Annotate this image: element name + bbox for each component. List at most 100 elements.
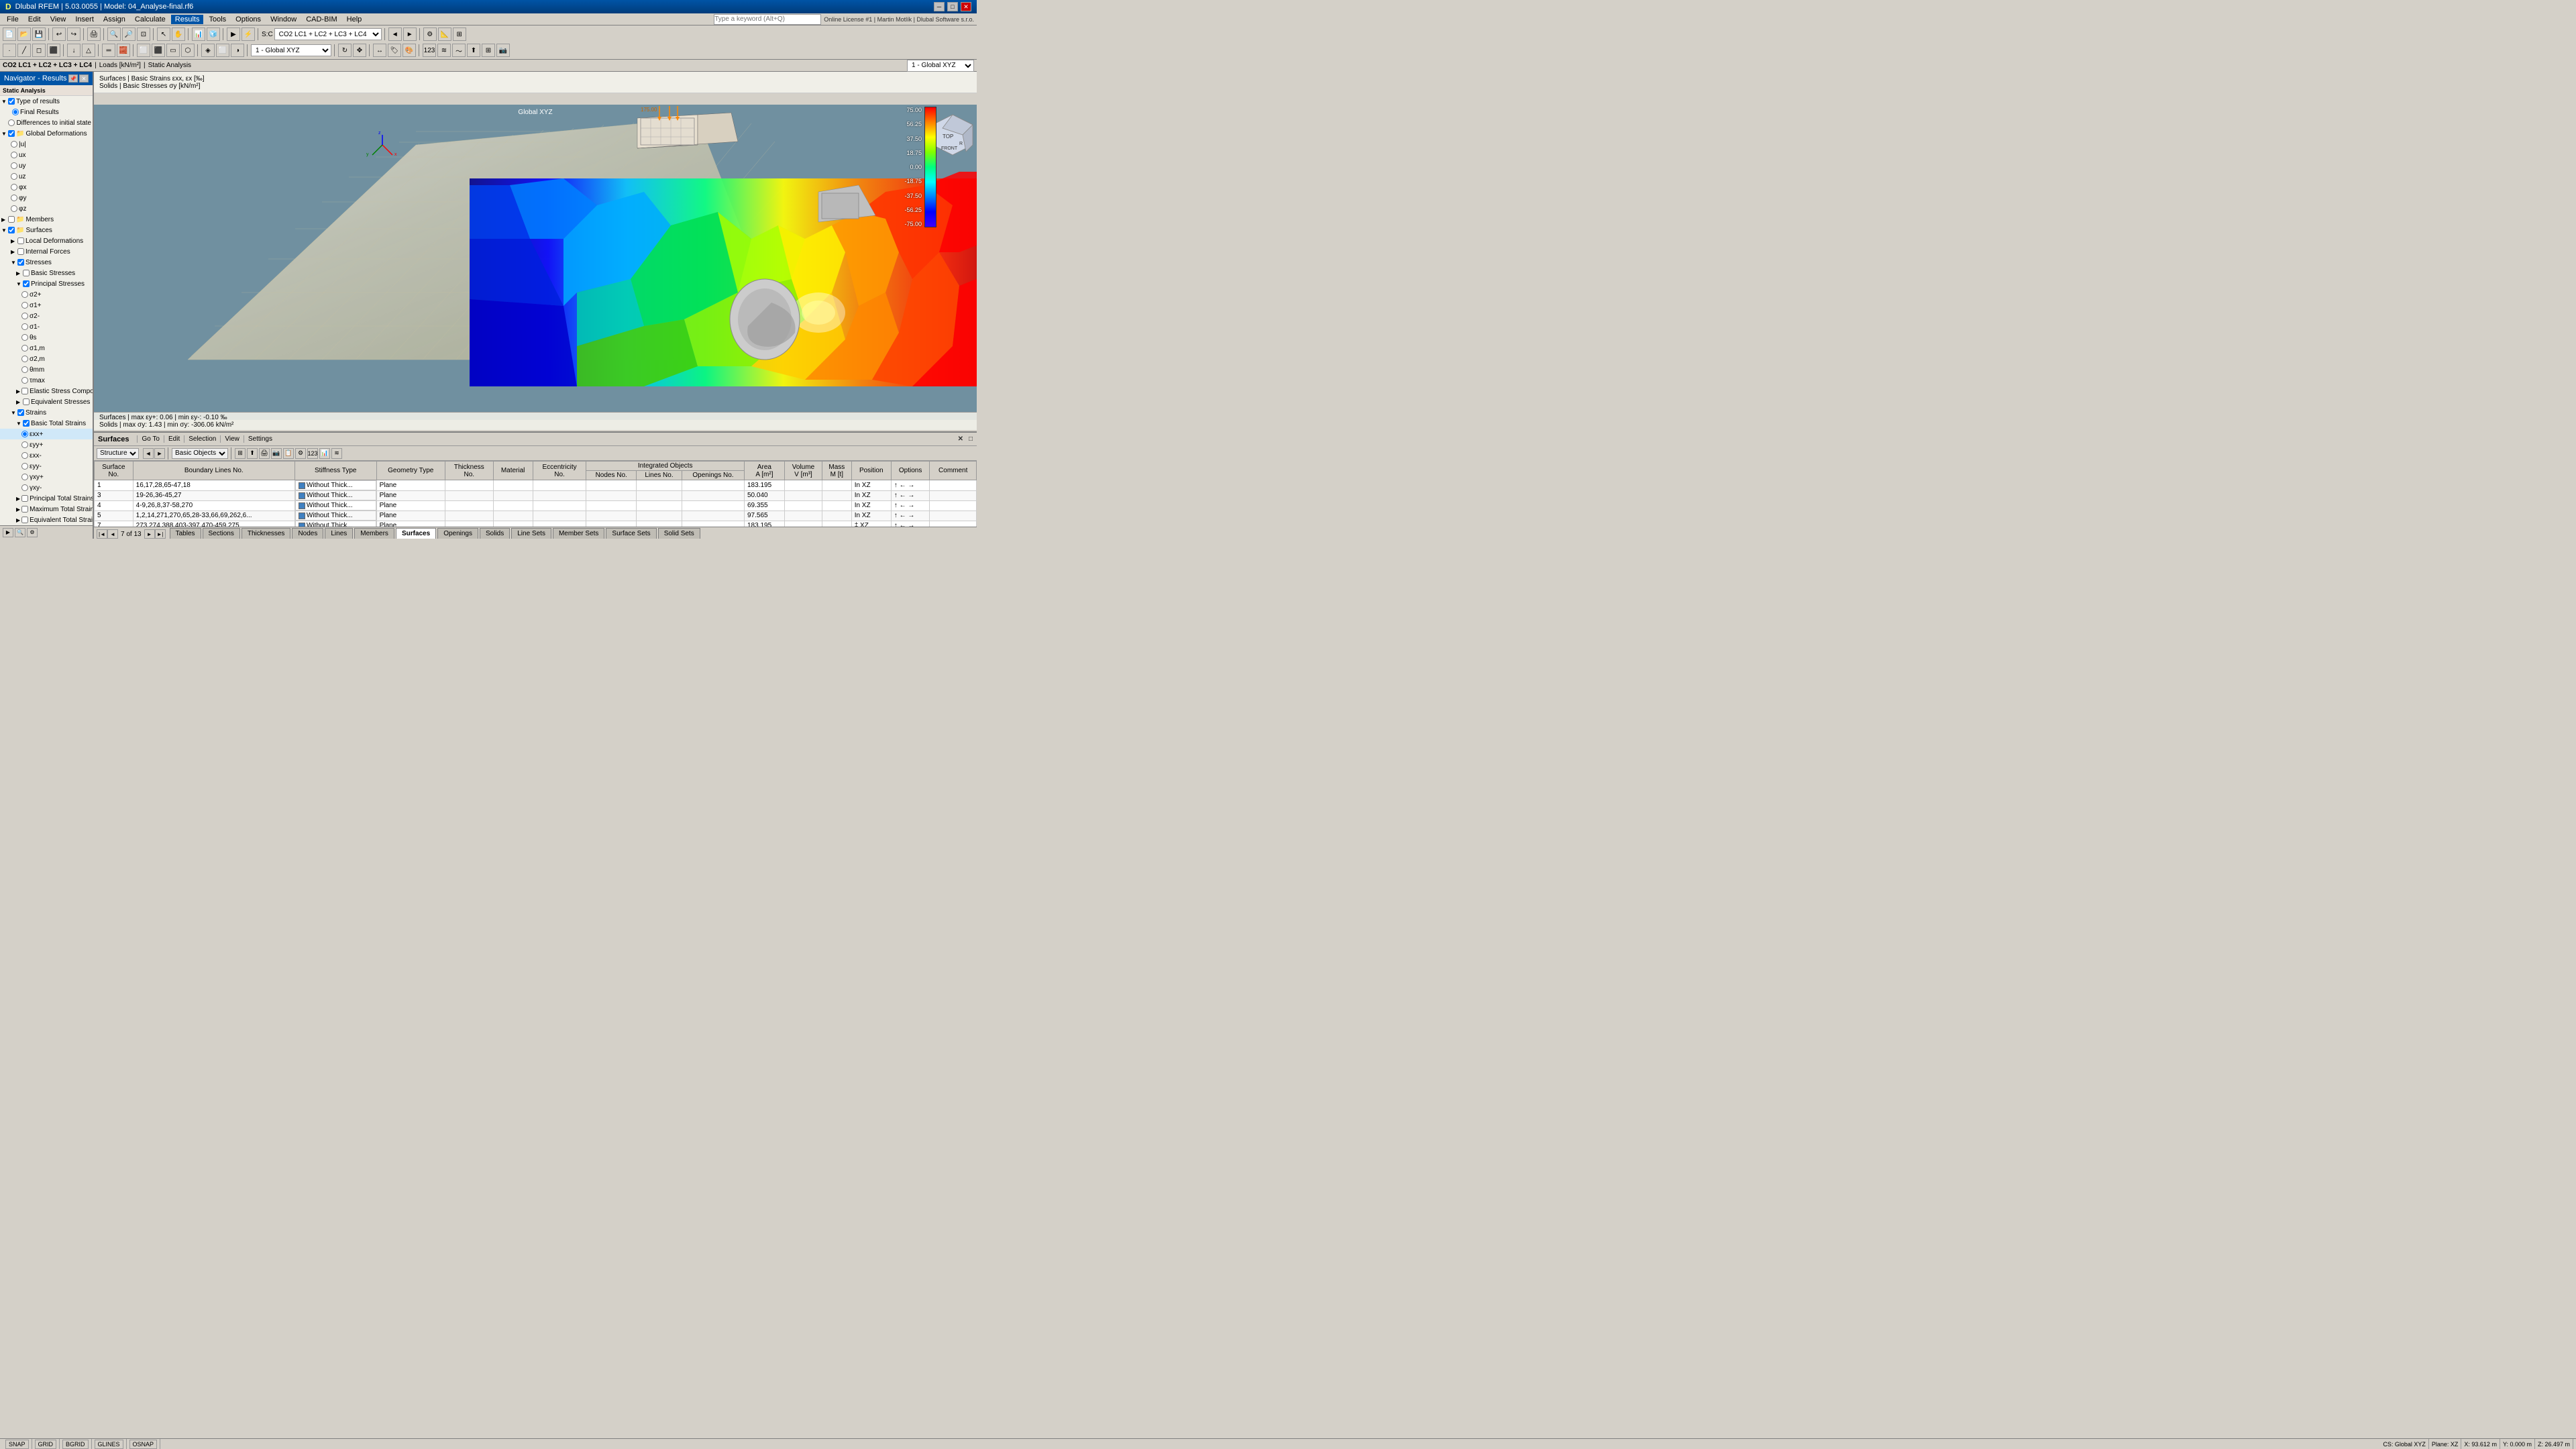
nav-s2m[interactable]: σ2,m: [0, 354, 93, 364]
nav-radio-uz[interactable]: [11, 173, 17, 180]
osnap-btn[interactable]: OSNAP: [129, 1440, 158, 1449]
nav-principal-stresses[interactable]: ▼ Principal Stresses: [0, 278, 93, 289]
nav-type-results[interactable]: ▼ Type of results: [0, 96, 93, 107]
structure-combo[interactable]: Structure: [97, 448, 139, 459]
nav-taumax[interactable]: τmax: [0, 375, 93, 386]
tb-snap-toggle[interactable]: 📐: [438, 28, 451, 41]
tab-nav-next[interactable]: ►: [144, 529, 155, 539]
nav-radio-s2p[interactable]: [21, 291, 28, 298]
nav-footer-btn3[interactable]: ⚙: [27, 528, 38, 537]
tb-next-lc[interactable]: ►: [403, 28, 417, 41]
table-tb-filter[interactable]: ⊞: [235, 448, 246, 459]
tb-view-3d[interactable]: ⬡: [181, 44, 195, 57]
tb-label[interactable]: 🏷: [388, 44, 401, 57]
glines-btn[interactable]: GLINES: [95, 1440, 123, 1449]
tab-thicknesses[interactable]: Thicknesses: [241, 528, 291, 539]
tab-members[interactable]: Members: [354, 528, 394, 539]
table-close-btn[interactable]: ✕: [958, 435, 963, 443]
table-tb-prev[interactable]: ◄: [143, 448, 154, 459]
tb-shading[interactable]: ◑: [231, 44, 244, 57]
nav-local-deform[interactable]: ▶ Local Deformations: [0, 235, 93, 246]
nav-check-bts[interactable]: [23, 420, 30, 427]
tb-deformation[interactable]: ≋: [437, 44, 451, 57]
tb-color[interactable]: 🎨: [402, 44, 416, 57]
tb-print[interactable]: 🖨: [87, 28, 101, 41]
tb-surface[interactable]: ◻: [32, 44, 46, 57]
nav-radio-thetamm[interactable]: [21, 366, 28, 373]
table-tb-next[interactable]: ►: [154, 448, 165, 459]
tb-node[interactable]: ·: [3, 44, 16, 57]
maximize-button[interactable]: □: [947, 2, 958, 11]
nav-check-local[interactable]: [17, 237, 24, 244]
menu-view[interactable]: View: [46, 15, 70, 24]
nav-check-pts[interactable]: [21, 495, 28, 502]
nav-radio-s2m[interactable]: [21, 313, 28, 319]
table-row[interactable]: 51,2,14,271,270,65,28-33,66,69,262,6...W…: [95, 511, 977, 521]
tab-surfaces[interactable]: Surfaces: [396, 528, 436, 539]
nav-radio-ux[interactable]: [11, 152, 17, 158]
minimize-button[interactable]: ─: [934, 2, 945, 11]
nav-basic-stresses[interactable]: ▶ Basic Stresses: [0, 268, 93, 278]
nav-thetamm[interactable]: θmm: [0, 364, 93, 375]
table-menu-edit[interactable]: Edit: [164, 435, 184, 443]
tab-tables[interactable]: Tables: [170, 528, 201, 539]
nav-check-principal[interactable]: [23, 280, 30, 287]
nav-radio-thetas[interactable]: [21, 334, 28, 341]
tb-dim[interactable]: ↔: [373, 44, 386, 57]
nav-thetas[interactable]: θs: [0, 332, 93, 343]
menu-edit[interactable]: Edit: [24, 15, 45, 24]
menu-options[interactable]: Options: [231, 15, 265, 24]
nav-radio-phiy[interactable]: [11, 195, 17, 201]
tb-table[interactable]: ⊞: [482, 44, 495, 57]
tb-select[interactable]: ↖: [157, 28, 170, 41]
nav-check-global[interactable]: [8, 130, 15, 137]
tb-zoom-all[interactable]: ⊡: [137, 28, 150, 41]
nav-deform-ux[interactable]: ux: [0, 150, 93, 160]
table-row[interactable]: 44-9,26,8,37-58,270Without Thick...Plane…: [95, 500, 977, 511]
tb-screenshot[interactable]: 📷: [496, 44, 510, 57]
tb-rotate[interactable]: ↻: [338, 44, 352, 57]
tb-load[interactable]: ↓: [67, 44, 80, 57]
table-tb-settings[interactable]: ⚙: [295, 448, 306, 459]
nav-footer-btn1[interactable]: ▶: [3, 528, 13, 537]
tb-contour[interactable]: 〜: [452, 44, 466, 57]
nav-radio-s1m2[interactable]: [21, 345, 28, 352]
tab-solids[interactable]: Solids: [480, 528, 510, 539]
nav-radio-eyy[interactable]: [21, 441, 28, 448]
nav-exx-plus[interactable]: εxx+: [0, 429, 93, 439]
nav-deform-phiy[interactable]: φy: [0, 193, 93, 203]
tb-view-top[interactable]: ⬛: [152, 44, 165, 57]
nav-check-elastic[interactable]: [21, 388, 28, 394]
nav-check-basic[interactable]: [23, 270, 30, 276]
nav-radio-diff[interactable]: [8, 119, 15, 126]
nav-check-strains[interactable]: [17, 409, 24, 416]
nav-members[interactable]: ▶ 📁 Members: [0, 214, 93, 225]
nav-radio-phix[interactable]: [11, 184, 17, 191]
nav-radio-taumax[interactable]: [21, 377, 28, 384]
nav-check-surfaces[interactable]: [8, 227, 15, 233]
tb-new[interactable]: 📄: [3, 28, 16, 41]
tab-openings[interactable]: Openings: [437, 528, 478, 539]
table-menu-settings[interactable]: Settings: [244, 435, 276, 443]
table-tb-screenshot[interactable]: 📷: [271, 448, 282, 459]
nav-deform-phiz[interactable]: φz: [0, 203, 93, 214]
tb-redo[interactable]: ↪: [67, 28, 80, 41]
nav-radio-eyym[interactable]: [21, 463, 28, 470]
nav-exx-minus[interactable]: εxx-: [0, 450, 93, 461]
tb-open[interactable]: 📂: [17, 28, 31, 41]
table-scroll-area[interactable]: SurfaceNo. Boundary Lines No. Stiffness …: [94, 461, 977, 527]
tab-nav-last[interactable]: ►|: [155, 529, 166, 539]
tab-member-sets[interactable]: Member Sets: [553, 528, 604, 539]
nav-s1m[interactable]: σ1,m: [0, 343, 93, 354]
grid-btn[interactable]: GRID: [35, 1440, 57, 1449]
tab-nodes[interactable]: Nodes: [292, 528, 323, 539]
nav-deform-phix[interactable]: φx: [0, 182, 93, 193]
menu-tools[interactable]: Tools: [205, 15, 230, 24]
tb-save[interactable]: 💾: [32, 28, 46, 41]
tb-result-values[interactable]: 123: [423, 44, 436, 57]
nav-radio-s1m[interactable]: [21, 323, 28, 330]
table-menu-selection[interactable]: Selection: [184, 435, 220, 443]
nav-gamma-plus[interactable]: γxy+: [0, 472, 93, 482]
nav-deform-uz[interactable]: uz: [0, 171, 93, 182]
nav-elastic-stress[interactable]: ▶ Elastic Stress Components: [0, 386, 93, 396]
